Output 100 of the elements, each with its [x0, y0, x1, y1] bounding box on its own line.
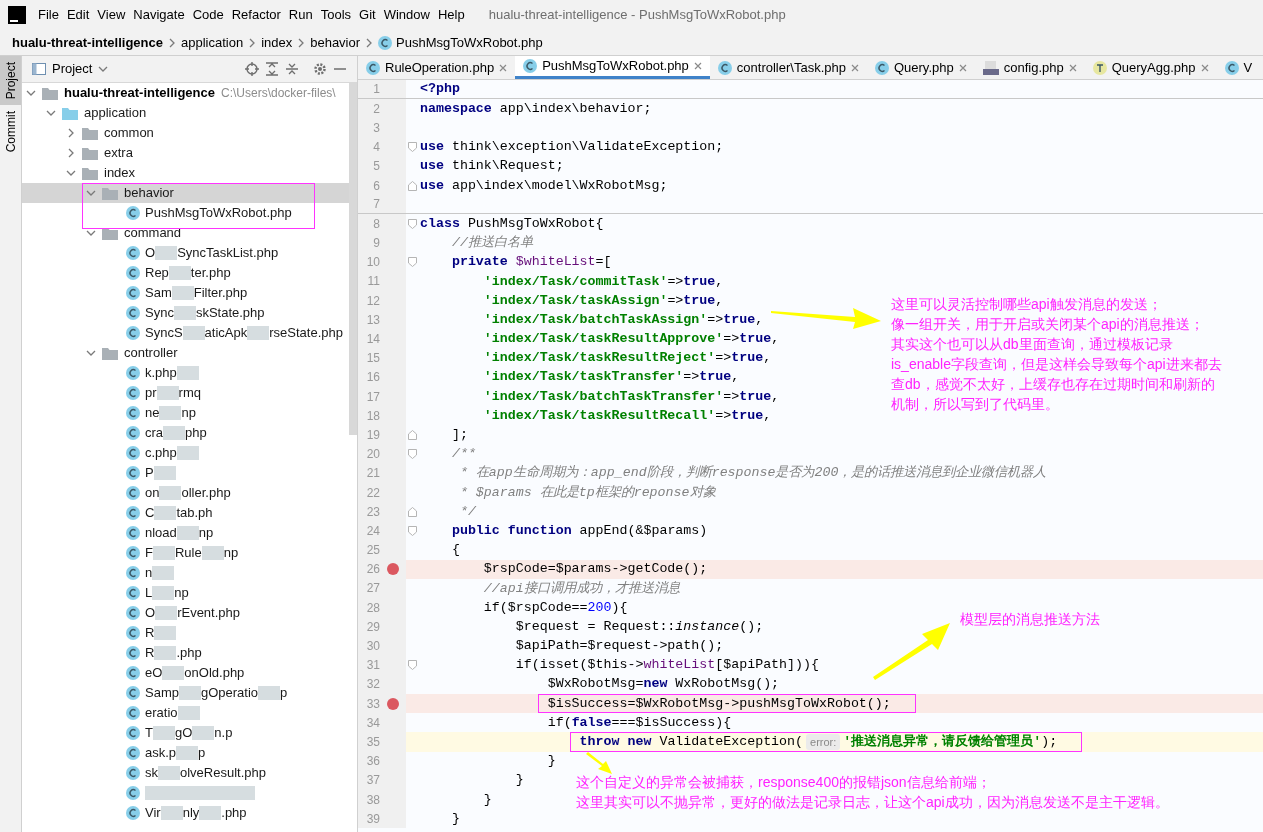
file-name[interactable]: nly [182, 803, 200, 823]
fold-icon[interactable] [408, 180, 417, 191]
file-name[interactable]: Rule [174, 543, 202, 563]
tool-window-tab[interactable]: Project [0, 56, 21, 106]
close-icon[interactable] [850, 63, 859, 72]
settings-icon[interactable] [313, 62, 327, 76]
file-name[interactable]: p [280, 683, 288, 703]
file-name[interactable]: SyncS [145, 323, 183, 343]
file-name[interactable]: np [181, 403, 196, 423]
fold-icon[interactable] [408, 429, 417, 440]
breakpoint-icon[interactable] [387, 563, 399, 576]
breakpoint-icon[interactable] [387, 697, 399, 710]
file-name[interactable]: .php [221, 803, 247, 823]
file-name[interactable]: Rep [145, 263, 169, 283]
file-name[interactable]: O [145, 603, 156, 623]
file-name[interactable]: PushMsgToWxRobot.php [145, 203, 292, 223]
file-name[interactable]: aticApk [204, 323, 248, 343]
close-icon[interactable] [958, 63, 967, 72]
file-name[interactable]: onOld.php [184, 663, 245, 683]
folder-item[interactable]: behavior [124, 183, 174, 203]
file-name[interactable]: oller.php [181, 483, 231, 503]
folder-item[interactable]: application [84, 103, 147, 123]
folder-item[interactable]: command [124, 223, 182, 243]
collapse-all-icon[interactable] [285, 62, 299, 76]
menu-item[interactable]: Help [433, 5, 469, 25]
file-name[interactable]: tab.ph [176, 503, 213, 523]
file-name[interactable]: pr [145, 383, 157, 403]
tool-window-tab[interactable]: Commit [0, 105, 21, 159]
folder-item[interactable]: extra [104, 143, 133, 163]
file-name[interactable]: cra [145, 423, 164, 443]
file-name[interactable]: L [145, 583, 153, 603]
menu-item[interactable]: File [34, 5, 63, 25]
editor-tab[interactable]: QueryAgg.php [1084, 56, 1217, 79]
file-name[interactable]: gOperatio [200, 683, 259, 703]
file-name[interactable]: c.php [145, 443, 177, 463]
file-name[interactable]: ne [145, 403, 160, 423]
editor-tab[interactable]: RuleOperation.php [358, 56, 516, 79]
file-name[interactable]: php [185, 423, 207, 443]
file-name[interactable]: n [145, 563, 153, 583]
file-name[interactable]: Vir [145, 803, 161, 823]
file-name[interactable]: nload [145, 523, 177, 543]
menu-item[interactable]: Tools [316, 5, 356, 25]
file-name[interactable]: np [198, 523, 214, 543]
file-name[interactable]: R [145, 643, 155, 663]
close-icon[interactable] [1200, 63, 1209, 72]
close-icon[interactable] [499, 63, 508, 72]
file-name[interactable]: on [145, 483, 160, 503]
menu-item[interactable]: Git [355, 5, 380, 25]
menu-item[interactable]: Navigate [129, 5, 189, 25]
menu-item[interactable]: Edit [62, 5, 94, 25]
file-name[interactable]: R [145, 623, 155, 643]
file-name[interactable]: sk [145, 763, 158, 783]
file-name[interactable]: ter.php [190, 263, 231, 283]
editor-tab[interactable]: config.php [974, 56, 1085, 79]
breadcrumb-item[interactable]: PushMsgToWxRobot.php [396, 32, 543, 53]
file-name[interactable]: Sam [145, 283, 172, 303]
breadcrumb-item[interactable]: index [261, 32, 293, 53]
panel-title[interactable]: Project [52, 59, 93, 79]
file-name[interactable]: n.p [214, 723, 233, 743]
breadcrumb-item[interactable]: hualu-threat-intelligence [12, 32, 163, 53]
file-name[interactable]: P [145, 463, 154, 483]
menu-item[interactable]: Window [379, 5, 434, 25]
file-name[interactable]: np [223, 543, 239, 563]
file-name[interactable]: eratio [145, 703, 178, 723]
fold-icon[interactable] [408, 257, 417, 268]
file-name[interactable]: Sync [145, 303, 174, 323]
file-name[interactable]: O [145, 243, 156, 263]
folder-item[interactable]: controller [124, 343, 178, 363]
file-name[interactable]: F [145, 543, 153, 563]
file-name[interactable]: C [145, 503, 155, 523]
file-name[interactable]: k.php [145, 363, 177, 383]
menu-item[interactable]: Code [188, 5, 228, 25]
close-icon[interactable] [1068, 63, 1077, 72]
editor-tab[interactable]: V [1216, 56, 1261, 79]
menu-item[interactable]: Run [284, 5, 317, 25]
breadcrumb-item[interactable]: application [180, 32, 244, 53]
file-name[interactable]: SyncTaskList.php [177, 243, 279, 263]
close-icon[interactable] [693, 62, 702, 70]
file-name[interactable]: T [145, 723, 153, 743]
file-name[interactable]: skState.php [195, 303, 265, 323]
editor-tab[interactable]: Query.php [866, 56, 975, 79]
file-name[interactable]: Samp [145, 683, 179, 703]
file-name[interactable]: np [174, 583, 189, 603]
file-name[interactable]: rseState.php [269, 323, 343, 343]
fold-icon[interactable] [408, 525, 417, 536]
file-name[interactable]: gO [174, 723, 193, 743]
folder-item[interactable]: index [104, 163, 136, 183]
file-name[interactable]: Filter.php [193, 283, 248, 303]
menu-item[interactable]: View [93, 5, 130, 25]
editor-tab[interactable]: PushMsgToWxRobot.php [515, 56, 710, 79]
breadcrumb-item[interactable]: behavior [310, 32, 361, 53]
file-name[interactable]: .php [176, 643, 202, 663]
folder-item[interactable]: common [104, 123, 154, 143]
file-name[interactable]: p [198, 743, 206, 763]
file-name[interactable]: eO [145, 663, 163, 683]
expand-all-icon[interactable] [265, 62, 279, 76]
fold-icon[interactable] [408, 142, 417, 153]
scrollbar[interactable] [349, 83, 357, 435]
locate-icon[interactable] [245, 62, 259, 76]
menu-item[interactable]: Refactor [227, 5, 285, 25]
